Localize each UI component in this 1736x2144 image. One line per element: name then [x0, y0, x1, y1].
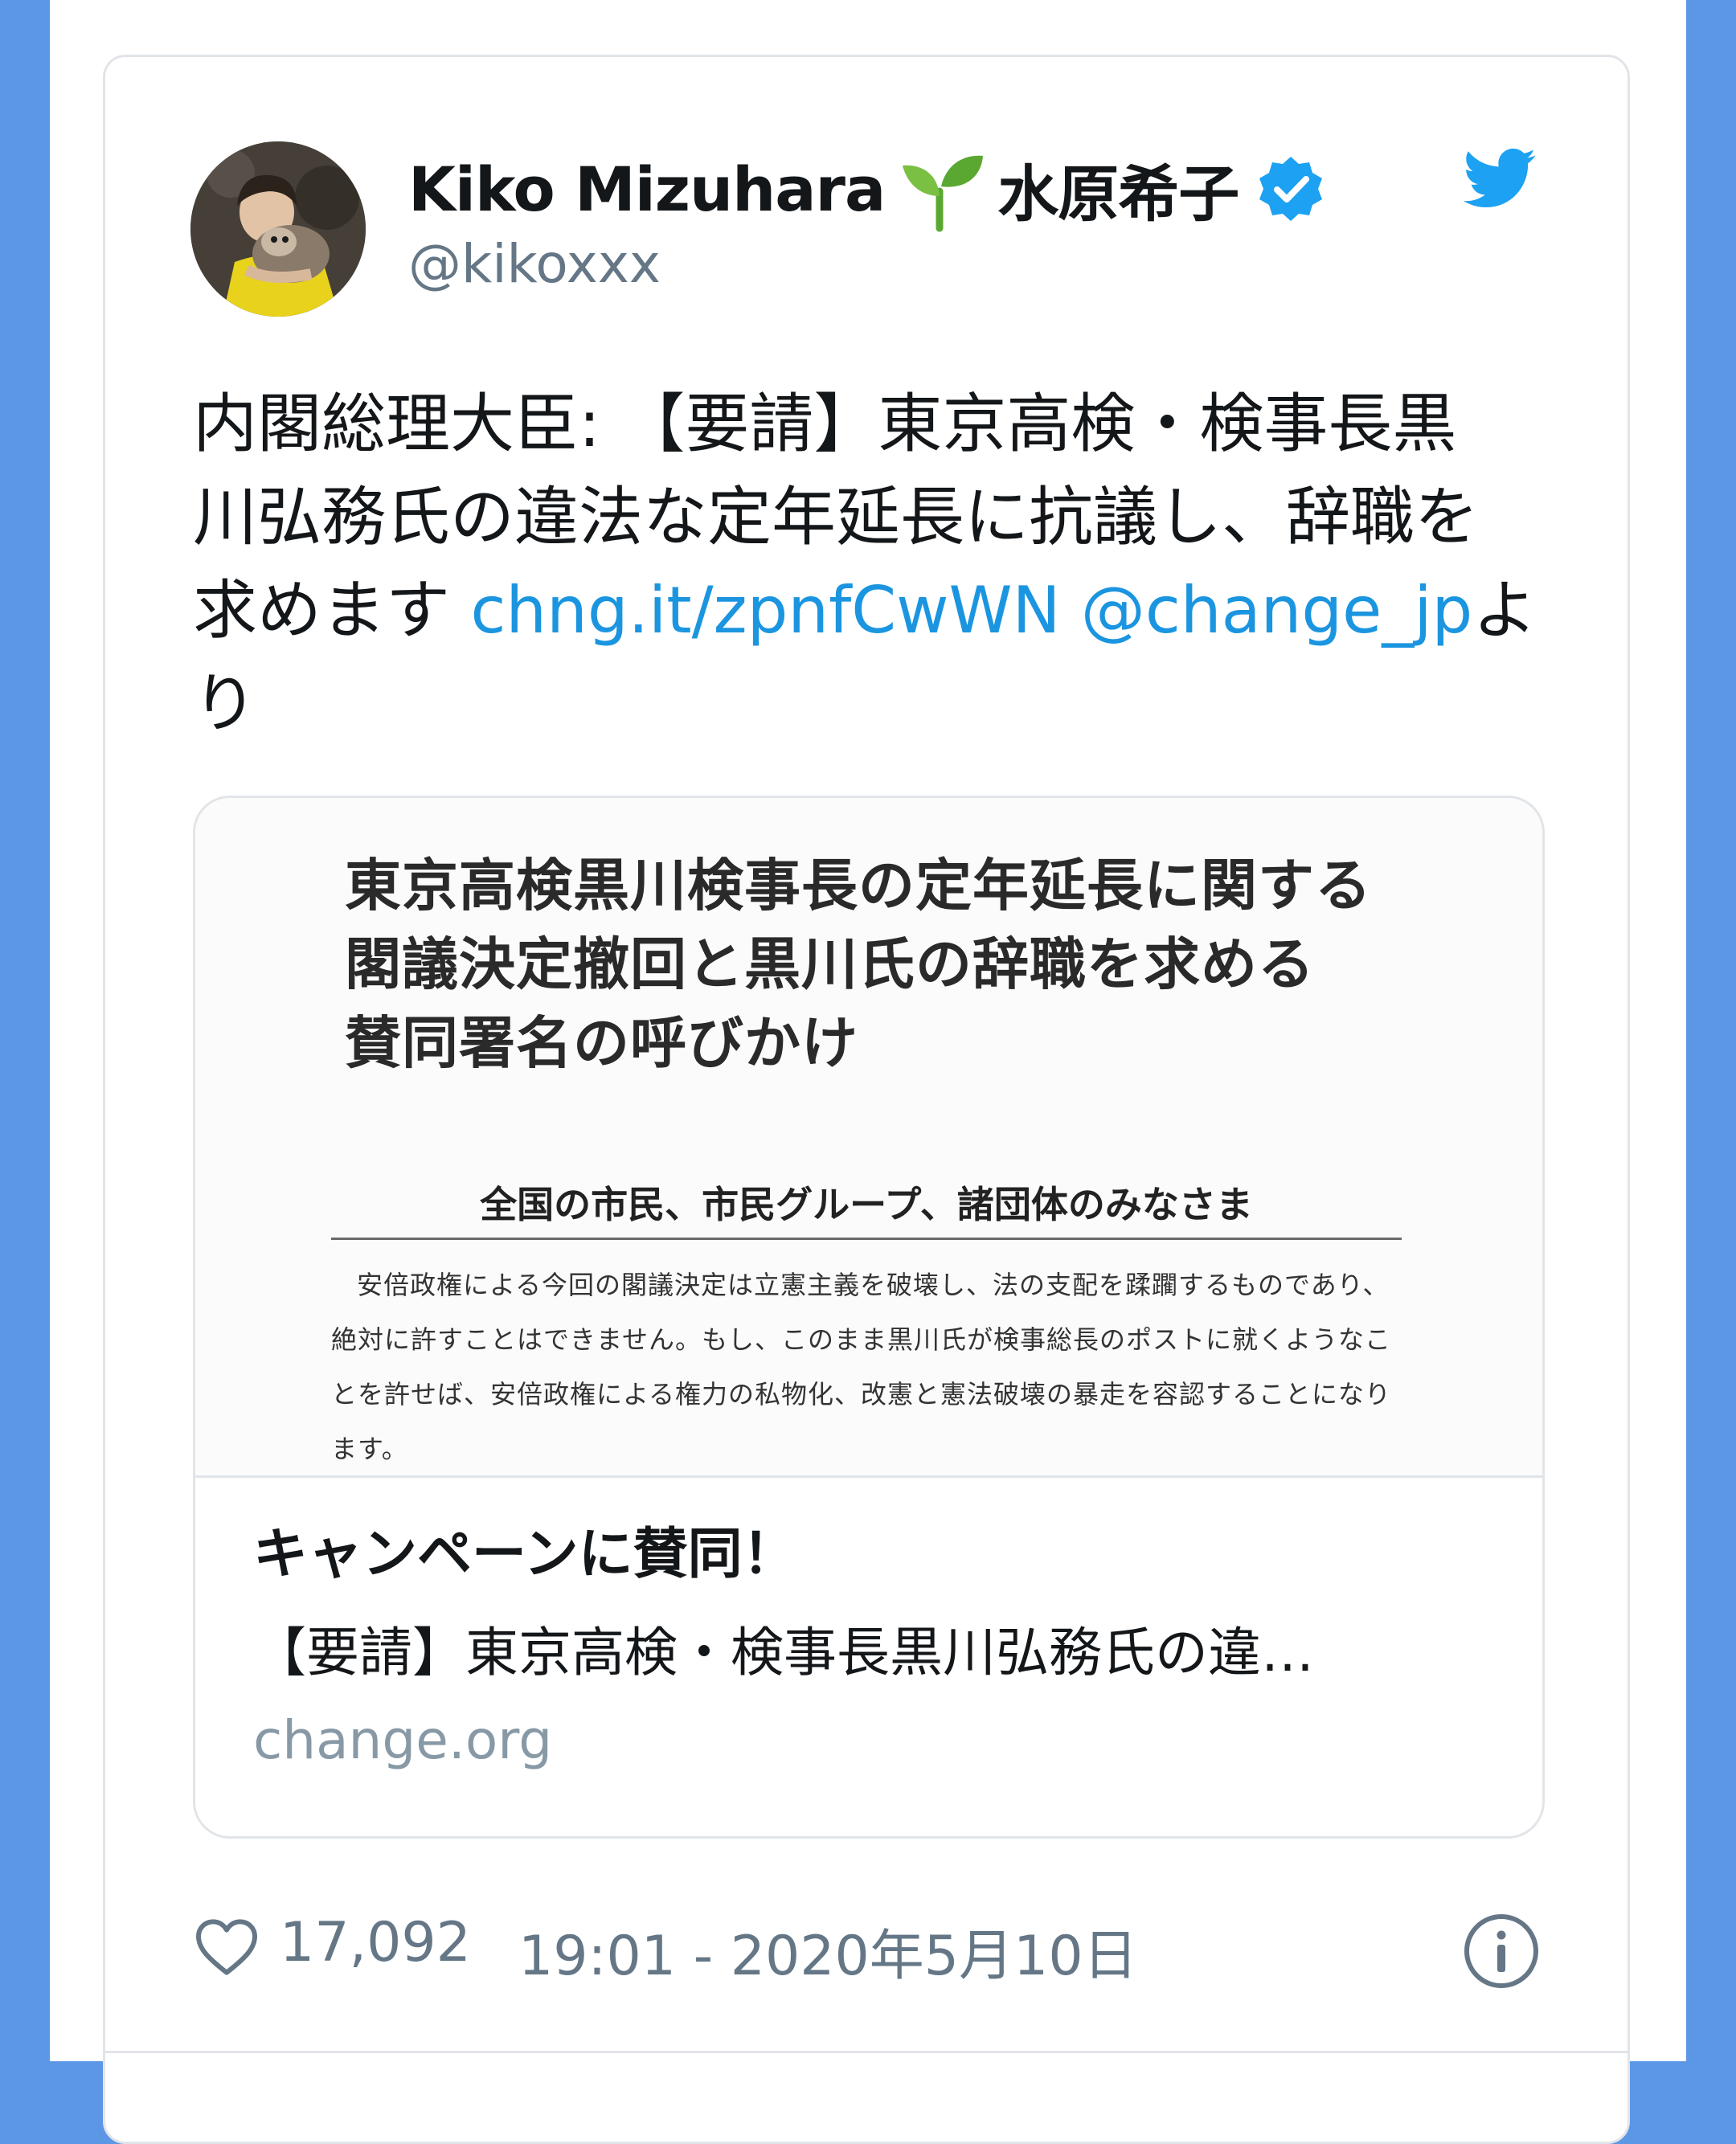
- mention-link[interactable]: @change_jp: [1081, 573, 1472, 648]
- document-body: 安倍政権による今回の閣議決定は立憲主義を破壊し、法の支配を蹂躙するものであり、絶…: [331, 1270, 1392, 1464]
- tweet-text-segment: 求めます: [193, 573, 471, 648]
- avatar-photo: [190, 141, 366, 317]
- shortened-link[interactable]: chng.it/zpnfCwWN: [470, 573, 1060, 648]
- document-title-line: 閣議決定撤回と黒川氏の辞職を求める: [345, 931, 1315, 997]
- tweet-text-line: 川弘務氏の違法な定年延長に抗議し、辞職を: [193, 480, 1479, 554]
- like-count: 17,092: [280, 1911, 471, 1974]
- heart-icon[interactable]: [194, 1917, 259, 1977]
- card-description: 【要請】東京高検・検事長黒川弘務氏の違…: [253, 1622, 1314, 1684]
- info-icon[interactable]: [1463, 1913, 1540, 1990]
- tweet-text-segment: よ: [1472, 573, 1537, 648]
- seedling-icon: [898, 145, 986, 233]
- handle[interactable]: @kikoxxx: [408, 233, 661, 295]
- card-preview-image: 東京高検黒川検事長の定年延長に関する 閣議決定撤回と黒川氏の辞職を求める 賛同署…: [195, 798, 1542, 1478]
- verified-badge-icon: [1256, 154, 1325, 223]
- avatar[interactable]: [190, 141, 366, 317]
- tweet-text-line: 内閣総理大臣: 【要請】東京高検・検事長黒: [193, 387, 1457, 461]
- tweet-text-line: り: [193, 666, 257, 741]
- timestamp[interactable]: 19:01 - 2020年5月10日: [518, 1911, 1138, 1991]
- card-domain: change.org: [253, 1709, 553, 1771]
- tweet-text: 内閣総理大臣: 【要請】東京高検・検事長黒 川弘務氏の違法な定年延長に抗議し、辞…: [193, 378, 1559, 751]
- document-title-line: 東京高検黒川検事長の定年延長に関する: [345, 852, 1372, 919]
- document-divider: [331, 1238, 1402, 1240]
- link-preview-card[interactable]: 東京高検黒川検事長の定年延長に関する 閣議決定撤回と黒川氏の辞職を求める 賛同署…: [193, 796, 1545, 1839]
- twitter-bird-icon[interactable]: [1463, 148, 1537, 209]
- document-title-line: 賛同署名の呼びかけ: [345, 1009, 858, 1076]
- tweet-text-line: 求めます chng.it/zpnfCwWN @change_jpよ: [193, 564, 1559, 657]
- display-name[interactable]: Kiko Mizuhara 水原希子: [408, 145, 1325, 233]
- document-title: 東京高検黒川検事長の定年延長に関する 閣議決定撤回と黒川氏の辞職を求める 賛同署…: [345, 846, 1470, 1082]
- document-addressee: 全国の市民、市民グループ、諸団体のみなさま: [480, 1183, 1253, 1226]
- display-name-japanese: 水原希子: [997, 158, 1239, 230]
- display-name-latin: Kiko Mizuhara: [408, 153, 886, 225]
- card-title: キャンペーンに賛同！: [253, 1523, 797, 1586]
- card-divider: [103, 2051, 1630, 2053]
